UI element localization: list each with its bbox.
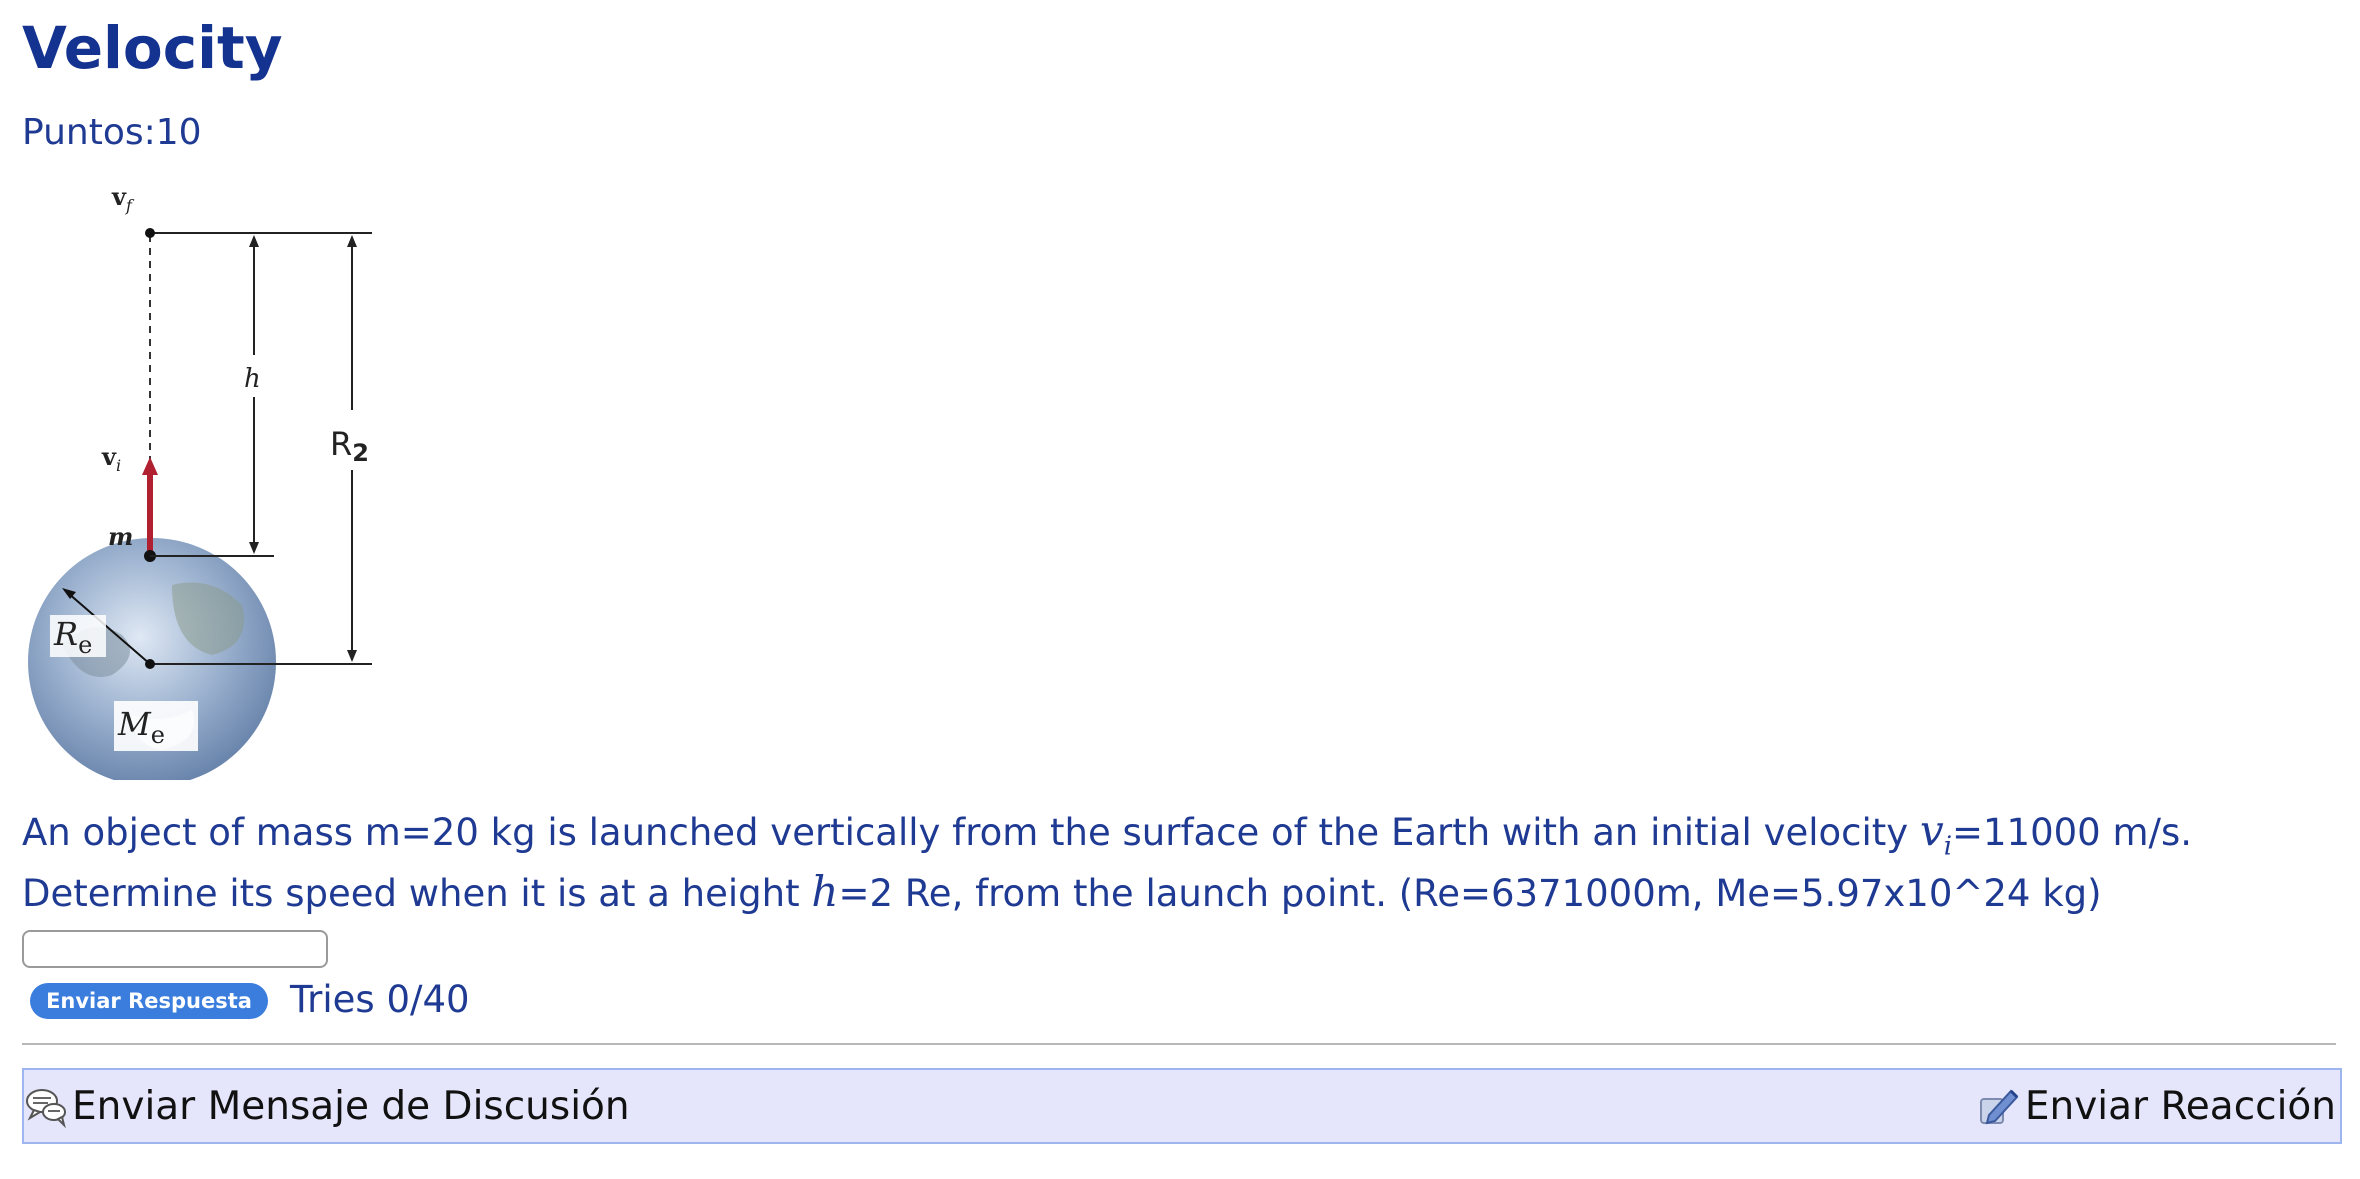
- me-letter: M: [117, 705, 152, 743]
- r2-label: R2: [328, 421, 374, 467]
- me-subscript: e: [151, 721, 165, 749]
- vf-subscript: f: [125, 196, 135, 215]
- send-discussion-message-label: Enviar Mensaje de Discusión: [72, 1083, 630, 1129]
- submit-answer-button[interactable]: Enviar Respuesta: [30, 983, 268, 1019]
- r2-letter: R: [330, 425, 352, 463]
- height-label: h: [244, 364, 261, 394]
- vi-label: v: [101, 442, 117, 471]
- points-label: Puntos:10: [22, 112, 202, 153]
- re-subscript: e: [78, 631, 92, 659]
- final-position-dot: [145, 228, 155, 238]
- discussion-bubble-icon: [26, 1089, 66, 1128]
- svg-text:vi: vi: [101, 442, 121, 475]
- send-reaction-link[interactable]: Enviar Reacción: [1975, 1080, 2336, 1132]
- question-text: An object of mass m=20 kg is launched ve…: [22, 808, 2322, 916]
- question-line-2: Determine its speed when it is at a heig…: [22, 867, 2102, 917]
- tries-counter: Tries 0/40: [290, 978, 470, 1021]
- vi-symbol: vi: [1919, 806, 1953, 862]
- earth-launch-diagram: vf vi m h R2 Re Me: [28, 182, 374, 786]
- svg-text:vf: vf: [111, 182, 135, 215]
- vf-label: v: [111, 182, 127, 211]
- h-symbol: h: [811, 867, 839, 917]
- reaction-pencil-icon: [1979, 1089, 2019, 1125]
- problem-figure: vf vi m h R2 Re Me: [22, 175, 382, 786]
- re-letter: R: [53, 615, 78, 653]
- problem-title: Velocity: [22, 14, 283, 82]
- vi-subscript: i: [116, 456, 121, 475]
- answer-input[interactable]: [22, 930, 328, 968]
- discussion-bar: Enviar Mensaje de Discusión Enviar Reacc…: [22, 1068, 2342, 1144]
- question-line-1: An object of mass m=20 kg is launched ve…: [22, 806, 2193, 862]
- divider: [22, 1043, 2336, 1045]
- send-discussion-message-link[interactable]: Enviar Mensaje de Discusión: [24, 1080, 630, 1132]
- mass-label: m: [108, 522, 133, 551]
- send-reaction-label: Enviar Reacción: [2024, 1083, 2336, 1129]
- re-label: Re: [50, 615, 106, 659]
- me-label: Me: [114, 701, 198, 751]
- r2-subscript: 2: [352, 439, 369, 467]
